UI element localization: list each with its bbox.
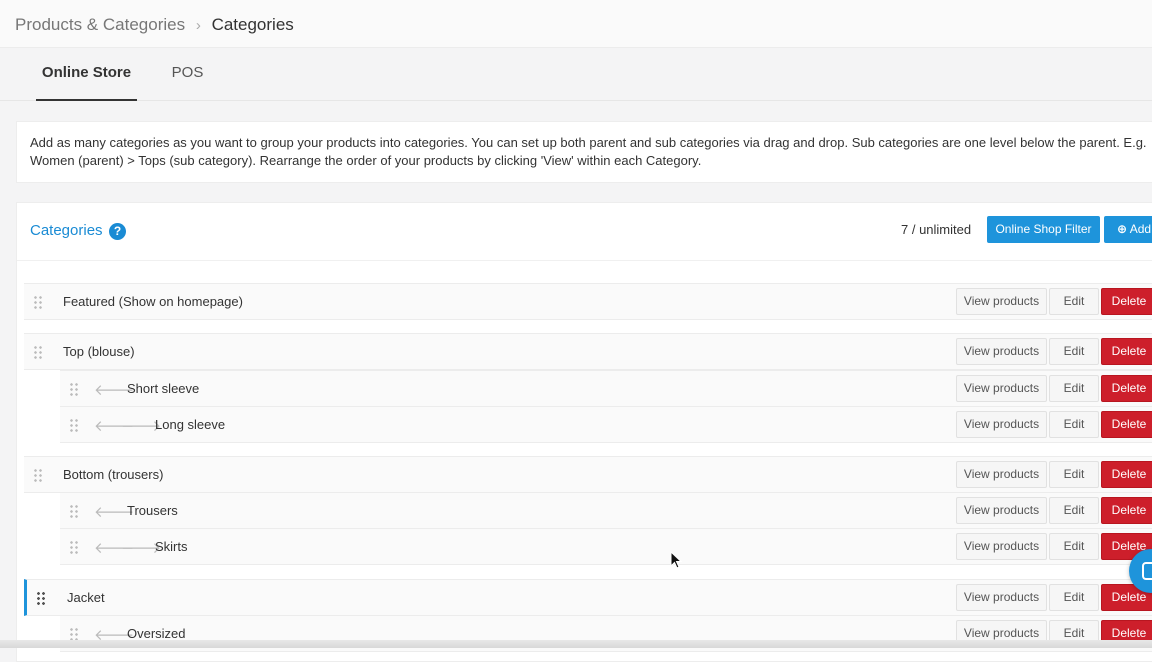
online-shop-filter-button[interactable]: Online Shop Filter xyxy=(987,216,1100,243)
info-box: Add as many categories as you want to gr… xyxy=(16,121,1152,183)
category-name: Short sleeve xyxy=(127,381,200,396)
category-row[interactable]: Top (blouse) View products Edit Delete xyxy=(24,333,1152,370)
edit-button[interactable]: Edit xyxy=(1049,497,1099,524)
view-products-button[interactable]: View products xyxy=(956,288,1047,315)
delete-button[interactable]: Delete xyxy=(1101,411,1152,438)
breadcrumb-separator-icon: › xyxy=(195,17,201,34)
drag-handle-icon[interactable] xyxy=(36,591,46,605)
edit-button[interactable]: Edit xyxy=(1049,584,1099,611)
drag-handle-icon[interactable] xyxy=(69,418,79,432)
drag-handle-icon[interactable] xyxy=(33,345,43,359)
drag-handle-icon[interactable] xyxy=(33,468,43,482)
plus-icon: ⊕ xyxy=(1116,222,1128,236)
bottom-edge xyxy=(0,640,1152,648)
mouse-cursor-icon xyxy=(670,551,682,569)
add-button-label: Add xyxy=(1129,222,1152,236)
view-products-button[interactable]: View products xyxy=(956,461,1047,488)
breadcrumb: Products & Categories › Categories xyxy=(15,15,294,35)
category-name: Bottom (trousers) xyxy=(63,467,164,482)
category-name: Featured (Show on homepage) xyxy=(63,294,243,309)
category-name: Skirts xyxy=(155,539,188,554)
drag-handle-icon[interactable] xyxy=(69,382,79,396)
tab-online-store[interactable]: Online Store xyxy=(36,49,137,101)
category-row[interactable]: Jacket View products Edit Delete xyxy=(24,579,1152,616)
info-text-line-1: Add as many categories as you want to gr… xyxy=(30,135,1147,150)
edit-button[interactable]: Edit xyxy=(1049,461,1099,488)
category-name: Trousers xyxy=(127,503,178,518)
breadcrumb-current: Categories xyxy=(211,15,294,34)
category-name: Jacket xyxy=(67,590,105,605)
view-products-button[interactable]: View products xyxy=(956,497,1047,524)
tab-bar: Online Store POS xyxy=(0,49,1152,101)
info-text-line-2: Women (parent) > Tops (sub category). Re… xyxy=(30,153,702,168)
view-products-button[interactable]: View products xyxy=(956,584,1047,611)
categories-title: Categories xyxy=(30,222,103,239)
edit-button[interactable]: Edit xyxy=(1049,411,1099,438)
subcategory-row[interactable]: 🡐 Short sleeve View products Edit Delete xyxy=(60,370,1152,407)
tab-pos[interactable]: POS xyxy=(160,49,215,101)
category-name: Oversized xyxy=(127,626,186,641)
edit-button[interactable]: Edit xyxy=(1049,533,1099,560)
edit-button[interactable]: Edit xyxy=(1049,288,1099,315)
drag-handle-icon[interactable] xyxy=(69,504,79,518)
category-count: 7 / unlimited xyxy=(901,222,972,237)
breadcrumb-parent[interactable]: Products & Categories xyxy=(15,15,185,34)
delete-button[interactable]: Delete xyxy=(1101,375,1152,402)
delete-button[interactable]: Delete xyxy=(1101,497,1152,524)
category-name: Long sleeve xyxy=(155,417,226,432)
view-products-button[interactable]: View products xyxy=(956,375,1047,402)
edit-button[interactable]: Edit xyxy=(1049,375,1099,402)
view-products-button[interactable]: View products xyxy=(956,338,1047,365)
drag-handle-icon[interactable] xyxy=(69,627,79,641)
category-name: Top (blouse) xyxy=(63,344,135,359)
subcategory-row[interactable]: 🡐 🡒 Skirts View products Edit Delete xyxy=(60,528,1152,565)
delete-button[interactable]: Delete xyxy=(1101,338,1152,365)
categories-header: Categories ? 7 / unlimited Online Shop F… xyxy=(17,203,1152,261)
category-row[interactable]: Featured (Show on homepage) View product… xyxy=(24,283,1152,320)
delete-button[interactable]: Delete xyxy=(1101,461,1152,488)
add-category-button[interactable]: ⊕ Add xyxy=(1104,216,1152,243)
drag-handle-icon[interactable] xyxy=(69,540,79,554)
category-row[interactable]: Bottom (trousers) View products Edit Del… xyxy=(24,456,1152,493)
edit-button[interactable]: Edit xyxy=(1049,338,1099,365)
subcategory-row[interactable]: 🡐 🡒 Long sleeve View products Edit Delet… xyxy=(60,406,1152,443)
delete-button[interactable]: Delete xyxy=(1101,288,1152,315)
view-products-button[interactable]: View products xyxy=(956,411,1047,438)
subcategory-row[interactable]: 🡐 Trousers View products Edit Delete xyxy=(60,492,1152,529)
drag-handle-icon[interactable] xyxy=(33,295,43,309)
top-bar: Products & Categories › Categories xyxy=(0,0,1152,48)
help-icon[interactable]: ? xyxy=(109,223,126,240)
view-products-button[interactable]: View products xyxy=(956,533,1047,560)
